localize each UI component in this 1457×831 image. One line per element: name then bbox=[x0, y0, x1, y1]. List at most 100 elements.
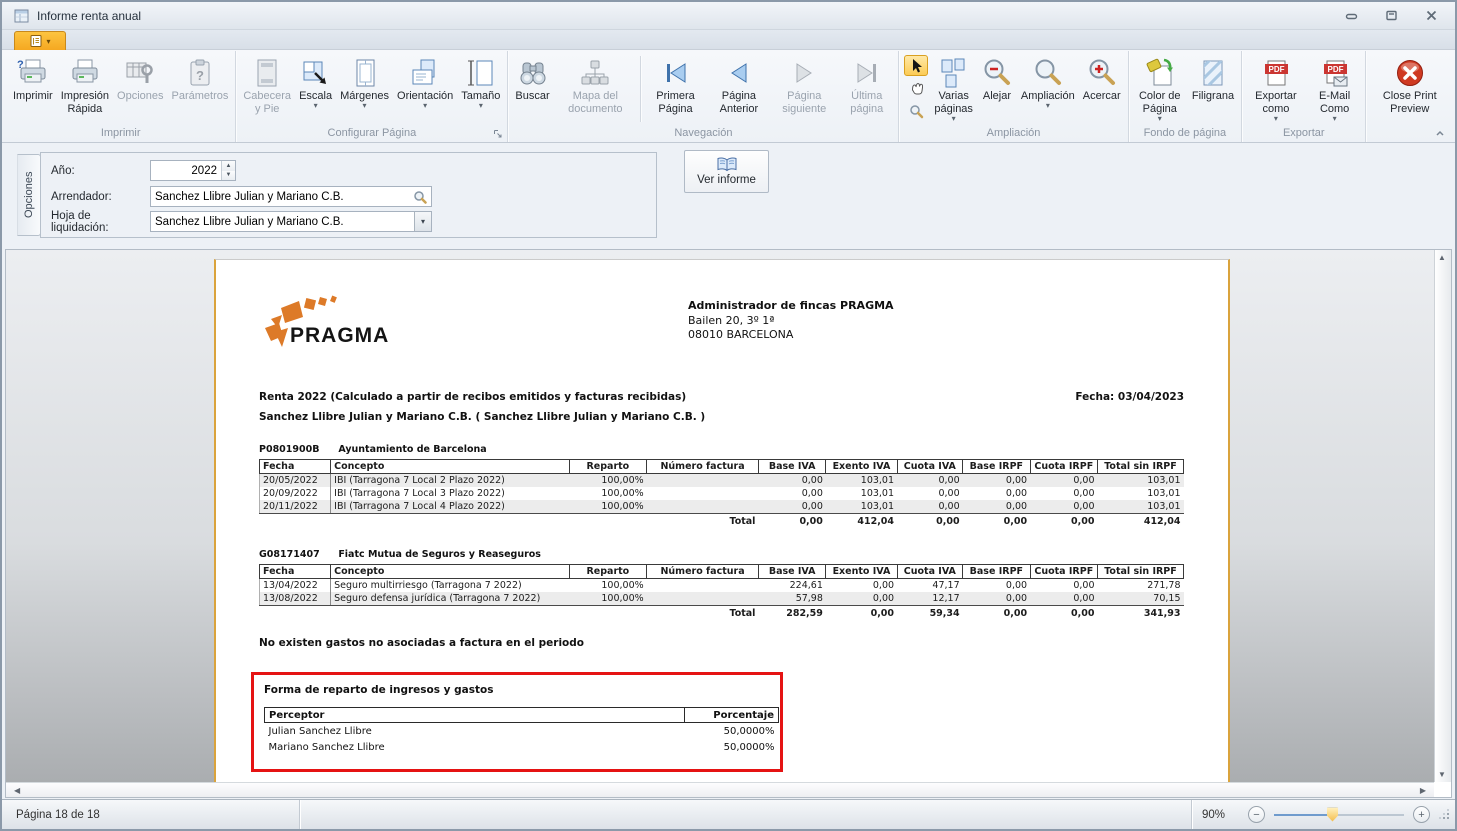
cell: 103,01 bbox=[826, 474, 897, 488]
impresion-rapida-button[interactable]: Impresión Rápida bbox=[57, 52, 113, 126]
cabecera-y-pie-button[interactable]: Cabecera y Pie bbox=[239, 52, 295, 126]
orientacion-button[interactable]: Orientación ▾ bbox=[393, 52, 457, 126]
cell: 13/04/2022 bbox=[260, 579, 331, 593]
horizontal-scrollbar[interactable]: ◀ ▶ bbox=[6, 782, 1434, 797]
pagina-anterior-button[interactable]: Página Anterior bbox=[707, 52, 770, 126]
cell: IBI (Tarragona 7 Local 4 Plazo 2022) bbox=[331, 500, 569, 514]
pagina-siguiente-button[interactable]: Página siguiente bbox=[770, 52, 838, 126]
button-label: Alejar bbox=[983, 90, 1011, 103]
button-label: Exportar como bbox=[1249, 90, 1303, 116]
hoja-combo: ▾ bbox=[150, 211, 432, 232]
zoom-slider[interactable] bbox=[1274, 807, 1404, 823]
cell: 103,01 bbox=[1098, 487, 1184, 500]
filigrana-button[interactable]: Filigrana bbox=[1188, 52, 1238, 126]
cell: 0,00 bbox=[963, 592, 1030, 606]
zoom-in-button[interactable]: + bbox=[1413, 806, 1430, 823]
close-button[interactable] bbox=[1417, 8, 1445, 24]
chevron-down-icon: ▾ bbox=[952, 116, 956, 122]
combo-dropdown-button[interactable]: ▾ bbox=[414, 212, 431, 231]
scroll-left-arrow[interactable]: ◀ bbox=[14, 786, 20, 795]
arrendador-input[interactable] bbox=[151, 187, 409, 206]
arrendador-label: Arrendador: bbox=[51, 191, 150, 203]
anio-input[interactable] bbox=[151, 161, 221, 180]
multiple-pages-icon bbox=[938, 55, 970, 90]
scroll-down-arrow[interactable]: ▼ bbox=[1438, 770, 1446, 779]
ultima-pagina-button[interactable]: Última página bbox=[838, 52, 895, 126]
orientation-icon bbox=[409, 55, 441, 90]
margins-icon bbox=[349, 55, 381, 90]
color-de-pagina-button[interactable]: Color de Página ▾ bbox=[1132, 52, 1188, 126]
buscar-button[interactable]: Buscar bbox=[511, 52, 553, 126]
page-color-icon bbox=[1144, 55, 1176, 90]
email-como-button[interactable]: PDF E-Mail Como ▾ bbox=[1307, 52, 1363, 126]
collapse-ribbon-button[interactable] bbox=[1432, 126, 1448, 139]
hoja-input[interactable] bbox=[151, 212, 414, 231]
lookup-button[interactable] bbox=[409, 187, 431, 206]
zoom-out-button[interactable]: − bbox=[1248, 806, 1265, 823]
zoom-region-tool-button[interactable] bbox=[904, 101, 928, 122]
cell: 103,01 bbox=[826, 487, 897, 500]
spin-down-button[interactable]: ▼ bbox=[222, 171, 235, 181]
zoom-slider-thumb[interactable] bbox=[1327, 808, 1338, 822]
button-label: Imprimir bbox=[13, 90, 53, 103]
table-row: 13/04/2022Seguro multirriesgo (Tarragona… bbox=[260, 579, 1184, 593]
total-cell bbox=[331, 514, 569, 529]
resize-grip[interactable] bbox=[1438, 808, 1451, 821]
mapa-del-documento-button[interactable]: Mapa del documento bbox=[554, 52, 637, 126]
zoom-percentage: 90% bbox=[1202, 809, 1238, 821]
cell: 0,00 bbox=[758, 474, 825, 488]
last-page-icon bbox=[851, 55, 883, 90]
cell: 0,00 bbox=[963, 579, 1030, 593]
group-caption: Configurar Página bbox=[237, 126, 506, 142]
varias-paginas-button[interactable]: Varias páginas ▾ bbox=[930, 52, 977, 126]
minimize-button[interactable] bbox=[1337, 8, 1365, 24]
ver-informe-button[interactable]: Ver informe bbox=[684, 150, 769, 193]
opciones-button[interactable]: Opciones bbox=[113, 52, 167, 126]
restore-button[interactable] bbox=[1377, 8, 1405, 24]
cell: 0,00 bbox=[1030, 500, 1097, 514]
alejar-button[interactable]: Alejar bbox=[977, 52, 1017, 126]
close-print-preview-button[interactable]: Close Print Preview bbox=[1369, 52, 1450, 126]
exportar-como-button[interactable]: PDF Exportar como ▾ bbox=[1245, 52, 1307, 126]
imprimir-button[interactable]: ? Imprimir bbox=[9, 52, 57, 126]
primera-pagina-button[interactable]: Primera Página bbox=[644, 52, 708, 126]
column-header: Exento IVA bbox=[826, 565, 897, 579]
column-header: Número factura bbox=[647, 565, 759, 579]
svg-text:PDF: PDF bbox=[1268, 65, 1284, 74]
acercar-button[interactable]: Acercar bbox=[1079, 52, 1125, 126]
reparto-table: PerceptorPorcentajeJulian Sanchez Llibre… bbox=[264, 707, 770, 755]
column-header: Reparto bbox=[569, 460, 647, 474]
column-header: Base IVA bbox=[758, 565, 825, 579]
button-label: Última página bbox=[842, 90, 891, 116]
opciones-tab[interactable]: Opciones bbox=[17, 154, 41, 236]
parametros-button[interactable]: ? Parámetros bbox=[168, 52, 233, 126]
scroll-up-arrow[interactable]: ▲ bbox=[1438, 253, 1446, 262]
escala-button[interactable]: Escala ▾ bbox=[295, 52, 336, 126]
vertical-scrollbar[interactable]: ▲ ▼ bbox=[1434, 250, 1451, 782]
cell: 100,00% bbox=[569, 500, 647, 514]
button-label: Opciones bbox=[117, 90, 163, 103]
column-header: Porcentaje bbox=[684, 708, 778, 723]
spin-up-button[interactable]: ▲ bbox=[222, 161, 235, 171]
application-menu-button[interactable]: ▾ bbox=[14, 31, 66, 50]
pointer-tool-button[interactable] bbox=[904, 55, 928, 76]
margenes-button[interactable]: Márgenes ▾ bbox=[336, 52, 393, 126]
report-page: PRAGMA Administrador de fincas PRAGMA Ba… bbox=[214, 259, 1230, 782]
options-grid-wrench-icon bbox=[124, 55, 156, 90]
zoom-in-icon bbox=[1086, 55, 1118, 90]
total-cell: 0,00 bbox=[897, 514, 963, 529]
cell: IBI (Tarragona 7 Local 3 Plazo 2022) bbox=[331, 487, 569, 500]
hand-icon bbox=[908, 81, 924, 97]
ampliacion-button[interactable]: Ampliación ▾ bbox=[1017, 52, 1079, 126]
cell: 0,00 bbox=[758, 500, 825, 514]
previous-page-icon bbox=[723, 55, 755, 90]
tamano-button[interactable]: Tamaño ▾ bbox=[457, 52, 504, 126]
hand-tool-button[interactable] bbox=[904, 78, 928, 99]
scroll-right-arrow[interactable]: ▶ bbox=[1420, 786, 1426, 795]
total-cell: 282,59 bbox=[758, 606, 825, 621]
cell: 20/09/2022 bbox=[260, 487, 331, 500]
group-divider bbox=[640, 56, 641, 122]
first-page-icon bbox=[660, 55, 692, 90]
report-title: Renta 2022 (Calculado a partir de recibo… bbox=[259, 391, 686, 403]
dialog-launcher-configurar-pagina[interactable] bbox=[491, 127, 504, 140]
